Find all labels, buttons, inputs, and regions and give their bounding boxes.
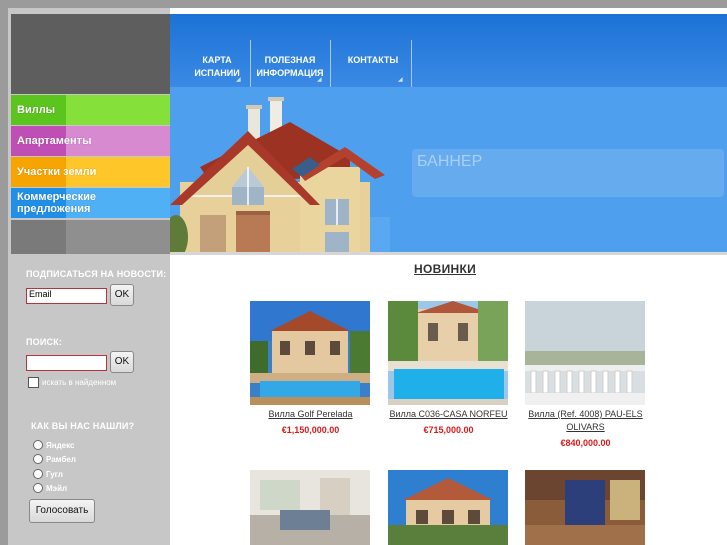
listing-price: €715,000.00 xyxy=(423,425,474,435)
radio-icon[interactable] xyxy=(33,469,43,479)
search-in-results-label: искать в найденном xyxy=(42,378,117,387)
menu-item-apartments[interactable]: Апартаменты xyxy=(11,126,170,156)
corner-arrow-icon: ◢ xyxy=(236,77,241,83)
page-frame: Виллы Апартаменты Участки земли Коммерче… xyxy=(8,8,727,545)
listing-photo[interactable] xyxy=(525,470,645,545)
left-sidebar: Виллы Апартаменты Участки земли Коммерче… xyxy=(8,8,170,545)
listing-name[interactable]: Вилла Golf Perelada xyxy=(250,408,371,421)
poll-option[interactable]: Яндекс xyxy=(33,440,74,450)
banner-text: БАННЕР xyxy=(417,153,483,170)
listing-price: €840,000.00 xyxy=(560,438,611,448)
nav-separator xyxy=(411,40,412,87)
listing-name[interactable]: Вилла (Ref. 4008) PAU-ELS OLIVARS xyxy=(525,408,646,434)
vote-button[interactable]: Голосовать xyxy=(29,499,95,523)
radio-icon[interactable] xyxy=(33,454,43,464)
header: КАРТА ИСПАНИИ ◢ ПОЛЕЗНАЯ ИНФОРМАЦИЯ ◢ КО… xyxy=(170,14,727,252)
listing-name[interactable]: Вилла C036-CASA NORFEU xyxy=(388,408,509,421)
search-in-results-checkbox[interactable] xyxy=(28,377,39,388)
search-label: ПОИСК: xyxy=(26,337,63,347)
menu-spacer xyxy=(11,220,170,254)
menu-item-villas[interactable]: Виллы xyxy=(11,95,170,125)
search-input[interactable] xyxy=(26,355,107,371)
nav-separator xyxy=(330,40,331,87)
corner-arrow-icon: ◢ xyxy=(317,77,322,83)
radio-icon[interactable] xyxy=(33,440,43,450)
listing-photo[interactable] xyxy=(388,301,508,405)
poll-option[interactable]: Рамбел xyxy=(33,454,76,464)
logo-area xyxy=(11,14,170,94)
listing-card[interactable]: Вилла C036-CASA NORFEU €715,000.00 xyxy=(388,301,509,435)
poll-option[interactable]: Мэйл xyxy=(33,483,67,493)
listing-photo[interactable] xyxy=(250,301,370,405)
listing-photo[interactable] xyxy=(525,301,645,405)
corner-arrow-icon: ◢ xyxy=(398,77,403,83)
house-illustration xyxy=(170,97,390,252)
poll-option[interactable]: Гугл xyxy=(33,469,63,479)
listing-price: €1,150,000.00 xyxy=(281,425,340,435)
menu-item-label: Виллы xyxy=(17,104,56,116)
menu-item-label: Коммерческие предложения xyxy=(17,191,96,215)
email-field[interactable]: Email xyxy=(26,288,107,304)
poll-label: КАК ВЫ НАС НАШЛИ? xyxy=(31,421,135,431)
listing-photo[interactable] xyxy=(250,470,370,545)
search-ok-button[interactable]: OK xyxy=(110,351,134,373)
listing-card[interactable]: Вилла (Ref. 4008) PAU-ELS OLIVARS €840,0… xyxy=(525,301,646,448)
header-divider xyxy=(170,252,727,255)
menu-item-land[interactable]: Участки земли xyxy=(11,157,170,187)
menu-item-label: Участки земли xyxy=(17,166,97,178)
listing-photo[interactable] xyxy=(388,470,508,545)
listing-card[interactable]: Вилла Golf Perelada €1,150,000.00 xyxy=(250,301,371,435)
page-title: НОВИНКИ xyxy=(414,262,477,276)
menu-item-commercial[interactable]: Коммерческие предложения xyxy=(11,188,170,218)
banner[interactable]: БАННЕР xyxy=(412,149,724,197)
subscribe-label: ПОДПИСАТЬСЯ НА НОВОСТИ: xyxy=(26,269,167,279)
menu-item-label: Апартаменты xyxy=(17,135,92,147)
subscribe-ok-button[interactable]: OK xyxy=(110,284,134,306)
nav-item-contacts[interactable]: КОНТАКТЫ xyxy=(342,54,404,67)
radio-icon[interactable] xyxy=(33,483,43,493)
